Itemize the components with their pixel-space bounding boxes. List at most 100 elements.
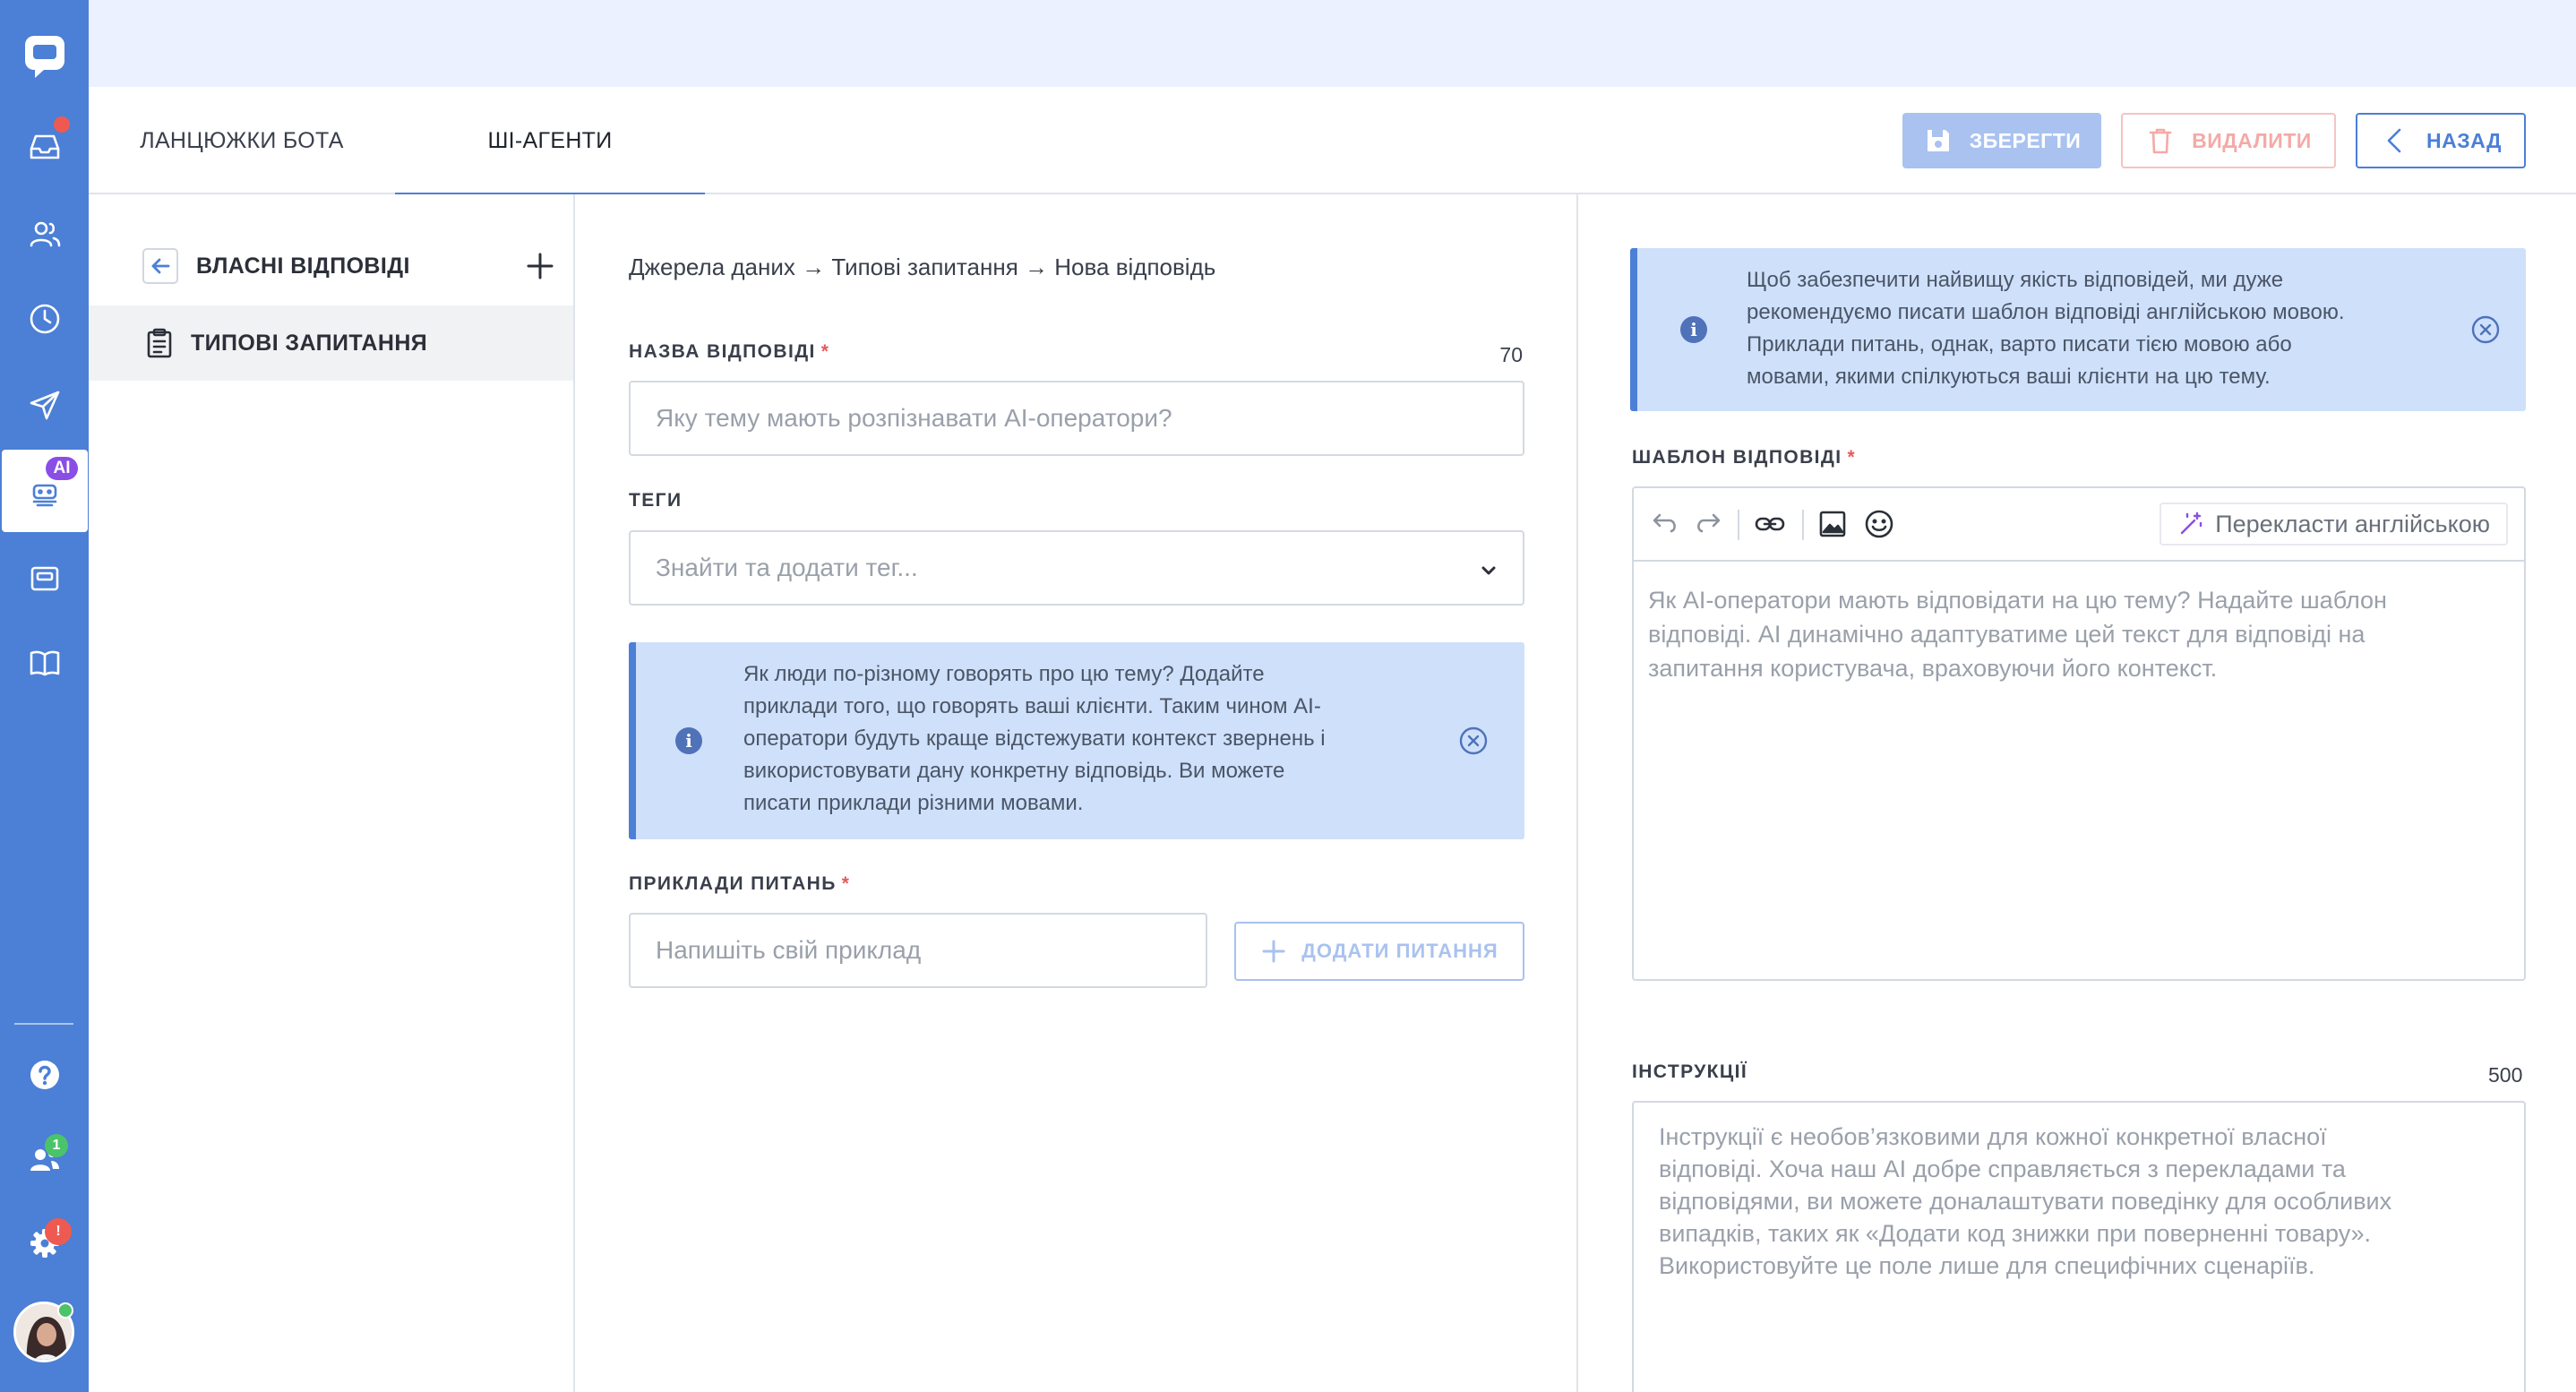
answer-name-counter: 70: [1499, 343, 1523, 366]
inbox-icon[interactable]: [0, 106, 89, 188]
add-question-button[interactable]: ДОДАТИ ПИТАННЯ: [1234, 922, 1524, 981]
answer-template-label: ШАБЛОН ВІДПОВІДІ *: [1632, 447, 1856, 468]
info-line: писати приклади різними мовами.: [743, 791, 1084, 815]
settings-alert-badge: !: [45, 1218, 72, 1245]
info-line: використовувати дану конкретну відповідь…: [743, 759, 1285, 783]
required-mark: *: [820, 341, 830, 362]
info-icon: i: [1680, 316, 1707, 343]
placeholder-line: відповіді. AI динамічно адаптуватиме цей…: [1648, 621, 2366, 648]
close-circle-icon[interactable]: [1458, 726, 1489, 756]
answer-template-label-text: ШАБЛОН ВІДПОВІДІ: [1632, 447, 1842, 468]
online-status-dot: [57, 1302, 73, 1319]
list-item-faq[interactable]: ТИПОВІ ЗАПИТАННЯ: [89, 305, 573, 381]
placeholder-line: Інструкції є необов’язковими для кожної …: [1659, 1123, 2327, 1150]
instructions-textarea[interactable]: Інструкції є необов’язковими для кожної …: [1632, 1101, 2526, 1392]
back-button-label: НАЗАД: [2426, 128, 2502, 152]
help-icon[interactable]: [0, 1034, 89, 1116]
save-button[interactable]: ЗБЕРЕГТИ: [1902, 113, 2101, 168]
history-icon[interactable]: [0, 278, 89, 360]
redo-icon[interactable]: [1691, 506, 1727, 542]
widget-icon[interactable]: [0, 537, 89, 620]
close-circle-icon[interactable]: [2470, 314, 2501, 345]
emoji-icon[interactable]: [1861, 506, 1897, 542]
chevron-left-icon: [2387, 128, 2401, 153]
tags-select[interactable]: Знайти та додати тег...: [629, 530, 1524, 606]
chevron-down-icon: [1478, 559, 1499, 580]
campaigns-send-icon[interactable]: [0, 364, 89, 446]
translate-english-button[interactable]: Перекласти англійською: [2160, 503, 2508, 546]
knowledge-book-icon[interactable]: [0, 622, 89, 704]
editor-toolbar: Перекласти англійською: [1634, 488, 2524, 562]
contacts-icon[interactable]: [0, 193, 89, 275]
placeholder-line: відповіді. Хоча наш AI добре справляєтьс…: [1659, 1156, 2346, 1182]
trash-icon: [2149, 128, 2172, 154]
delete-button[interactable]: ВИДАЛИТИ: [2121, 113, 2336, 168]
team-badge: 1: [45, 1134, 68, 1157]
toolbar-divider: [1802, 510, 1804, 540]
left-rail: AI 1 !: [0, 0, 89, 1392]
info-icon: i: [675, 727, 702, 754]
save-button-label: ЗБЕРЕГТИ: [1969, 128, 2082, 152]
rail-divider: [14, 1023, 73, 1025]
placeholder-line: відповідями, ви можете доналаштувати пов…: [1659, 1188, 2392, 1215]
info-line: оператори будуть краще відстежувати конт…: [743, 726, 1326, 751]
placeholder-line: випадків, таких як «Додати код знижки пр…: [1659, 1220, 2372, 1247]
toolbar-divider: [1738, 510, 1739, 540]
instructions-placeholder: Інструкції є необов’язковими для кожної …: [1659, 1121, 2501, 1282]
answer-template-editor[interactable]: Перекласти англійською Як AI-оператори м…: [1632, 486, 2526, 981]
translate-english-label: Перекласти англійською: [2215, 510, 2490, 537]
examples-info-text: Як люди по-різному говорять про цю тему?…: [743, 658, 1424, 820]
ai-badge: AI: [46, 457, 78, 480]
add-question-label: ДОДАТИ ПИТАННЯ: [1301, 940, 1498, 962]
delete-button-label: ВИДАЛИТИ: [2192, 128, 2312, 152]
settings-gear-icon[interactable]: [0, 1202, 89, 1285]
tags-placeholder: Знайти та додати тег...: [656, 554, 918, 581]
info-line: приклади того, що говорять ваші клієнти.…: [743, 694, 1321, 718]
floppy-disk-icon: [1927, 130, 1949, 151]
english-recommendation-text: Щоб забезпечити найвищу якість відповіде…: [1747, 264, 2454, 393]
placeholder-line: Використовуйте це поле лише для специфіч…: [1659, 1252, 2315, 1279]
answer-name-input[interactable]: Яку тему мають розпізнавати AI-оператори…: [629, 381, 1524, 456]
image-icon[interactable]: [1815, 506, 1850, 542]
link-icon[interactable]: [1752, 506, 1788, 542]
info-line: Щоб забезпечити найвищу якість відповіде…: [1747, 268, 2284, 292]
arrow-left-icon: [151, 258, 170, 274]
question-example-placeholder: Напишіть свій приклад: [656, 936, 922, 964]
team-icon[interactable]: [0, 1118, 89, 1200]
answer-template-placeholder: Як AI-оператори мають відповідати на цю …: [1648, 583, 2508, 685]
tab-ai-agents[interactable]: ШІ-АГЕНТИ: [395, 87, 705, 196]
tab-bot-chains[interactable]: ЛАНЦЮЖКИ БОТА: [89, 87, 395, 194]
answers-list-panel: ВЛАСНІ ВІДПОВІДІ ТИПОВІ ЗАПИТАННЯ: [89, 194, 575, 1392]
plus-icon: [527, 253, 554, 279]
breadcrumb: Джерела даних → Типові запитання → Нова …: [629, 253, 1216, 280]
add-answer-button[interactable]: [524, 250, 556, 282]
english-recommendation-alert: i Щоб забезпечити найвищу якість відпові…: [1630, 248, 2526, 411]
answer-name-label: НАЗВА ВІДПОВІДІ *: [629, 341, 829, 363]
examples-info-alert: i Як люди по-різному говорять про цю тем…: [629, 642, 1524, 839]
info-line: Як люди по-різному говорять про цю тему?…: [743, 662, 1265, 686]
list-title: ВЛАСНІ ВІДПОВІДІ: [196, 253, 410, 279]
top-banner-area: [89, 0, 2576, 87]
required-mark: *: [1847, 447, 1857, 468]
list-back-button[interactable]: [142, 248, 178, 284]
answer-name-label-text: НАЗВА ВІДПОВІДІ: [629, 341, 816, 362]
placeholder-line: запитання користувача, враховуючи його к…: [1648, 655, 2218, 682]
magic-wand-icon: [2181, 511, 2202, 535]
question-examples-label: ПРИКЛАДИ ПИТАНЬ *: [629, 873, 850, 895]
template-panel: i Щоб забезпечити найвищу якість відпові…: [1578, 194, 2576, 1392]
tags-label: ТЕГИ: [629, 490, 683, 511]
instructions-counter: 500: [2488, 1063, 2523, 1087]
info-line: рекомендуємо писати шаблон відповіді анг…: [1747, 300, 2345, 324]
question-examples-label-text: ПРИКЛАДИ ПИТАНЬ: [629, 873, 837, 894]
required-mark: *: [841, 873, 851, 894]
plus-icon: [1262, 940, 1285, 963]
list-header: ВЛАСНІ ВІДПОВІДІ: [142, 248, 410, 284]
question-example-input[interactable]: Напишіть свій приклад: [629, 913, 1207, 988]
info-line: Приклади питань, однак, варто писати тіє…: [1747, 332, 2292, 357]
undo-icon[interactable]: [1646, 506, 1682, 542]
back-button[interactable]: НАЗАД: [2356, 113, 2526, 168]
clipboard-icon: [147, 328, 172, 358]
answer-form: Джерела даних → Типові запитання → Нова …: [575, 194, 1578, 1392]
answer-name-placeholder: Яку тему мають розпізнавати AI-оператори…: [656, 404, 1172, 432]
app-logo-icon[interactable]: [0, 14, 89, 97]
